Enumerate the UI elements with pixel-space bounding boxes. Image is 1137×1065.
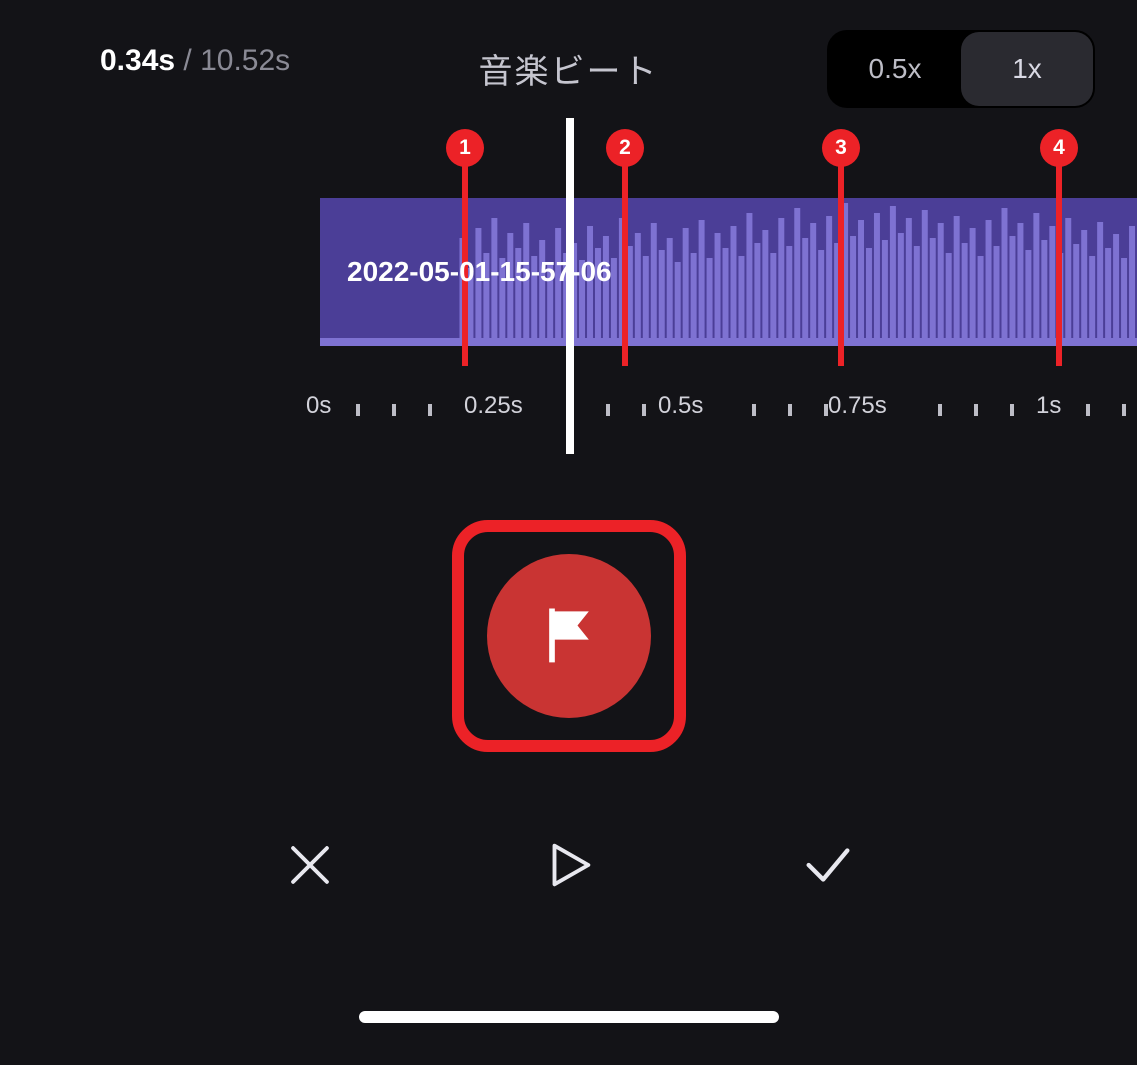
page-title: 音楽ビート [479,44,659,93]
flag-icon [535,600,603,673]
add-beat-button[interactable] [487,554,651,718]
timeline[interactable]: 2022-05-01-15-57-06 1 2 3 4 0s 0.25s 0.5… [0,118,1137,458]
speed-option-one[interactable]: 1x [961,32,1093,106]
confirm-button[interactable] [799,836,857,894]
time-separator: / [175,44,200,77]
beat-marker-1[interactable]: 1 [462,148,468,366]
waveform-graphic [320,198,1137,346]
audio-clip[interactable] [320,198,1137,346]
beat-marker-badge: 1 [446,129,484,167]
add-beat-highlight [452,520,686,752]
current-time: 0.34s [100,44,175,77]
beat-marker-badge: 2 [606,129,644,167]
close-icon [281,836,339,894]
home-indicator[interactable] [359,1011,779,1023]
beat-marker-badge: 3 [822,129,860,167]
total-time: 10.52s [200,44,290,77]
ruler-label: 1s [1036,392,1061,420]
cancel-button[interactable] [281,836,339,894]
header-bar: 0.34s / 10.52s 音楽ビート 0.5x 1x [0,0,1137,120]
play-button[interactable] [540,836,598,894]
beat-marker-3[interactable]: 3 [838,148,844,366]
ruler-label: 0.75s [828,392,887,420]
play-icon [540,836,598,894]
ruler-label: 0s [306,392,331,420]
ruler-label: 0.5s [658,392,703,420]
ruler-label: 0.25s [464,392,523,420]
speed-toggle[interactable]: 0.5x 1x [827,30,1095,108]
speed-option-half[interactable]: 0.5x [829,32,961,106]
beat-marker-badge: 4 [1040,129,1078,167]
beat-marker-2[interactable]: 2 [622,148,628,366]
beat-marker-4[interactable]: 4 [1056,148,1062,366]
time-readout: 0.34s / 10.52s [100,44,290,78]
playhead[interactable] [566,118,574,454]
check-icon [799,836,857,894]
bottom-controls [0,825,1137,905]
